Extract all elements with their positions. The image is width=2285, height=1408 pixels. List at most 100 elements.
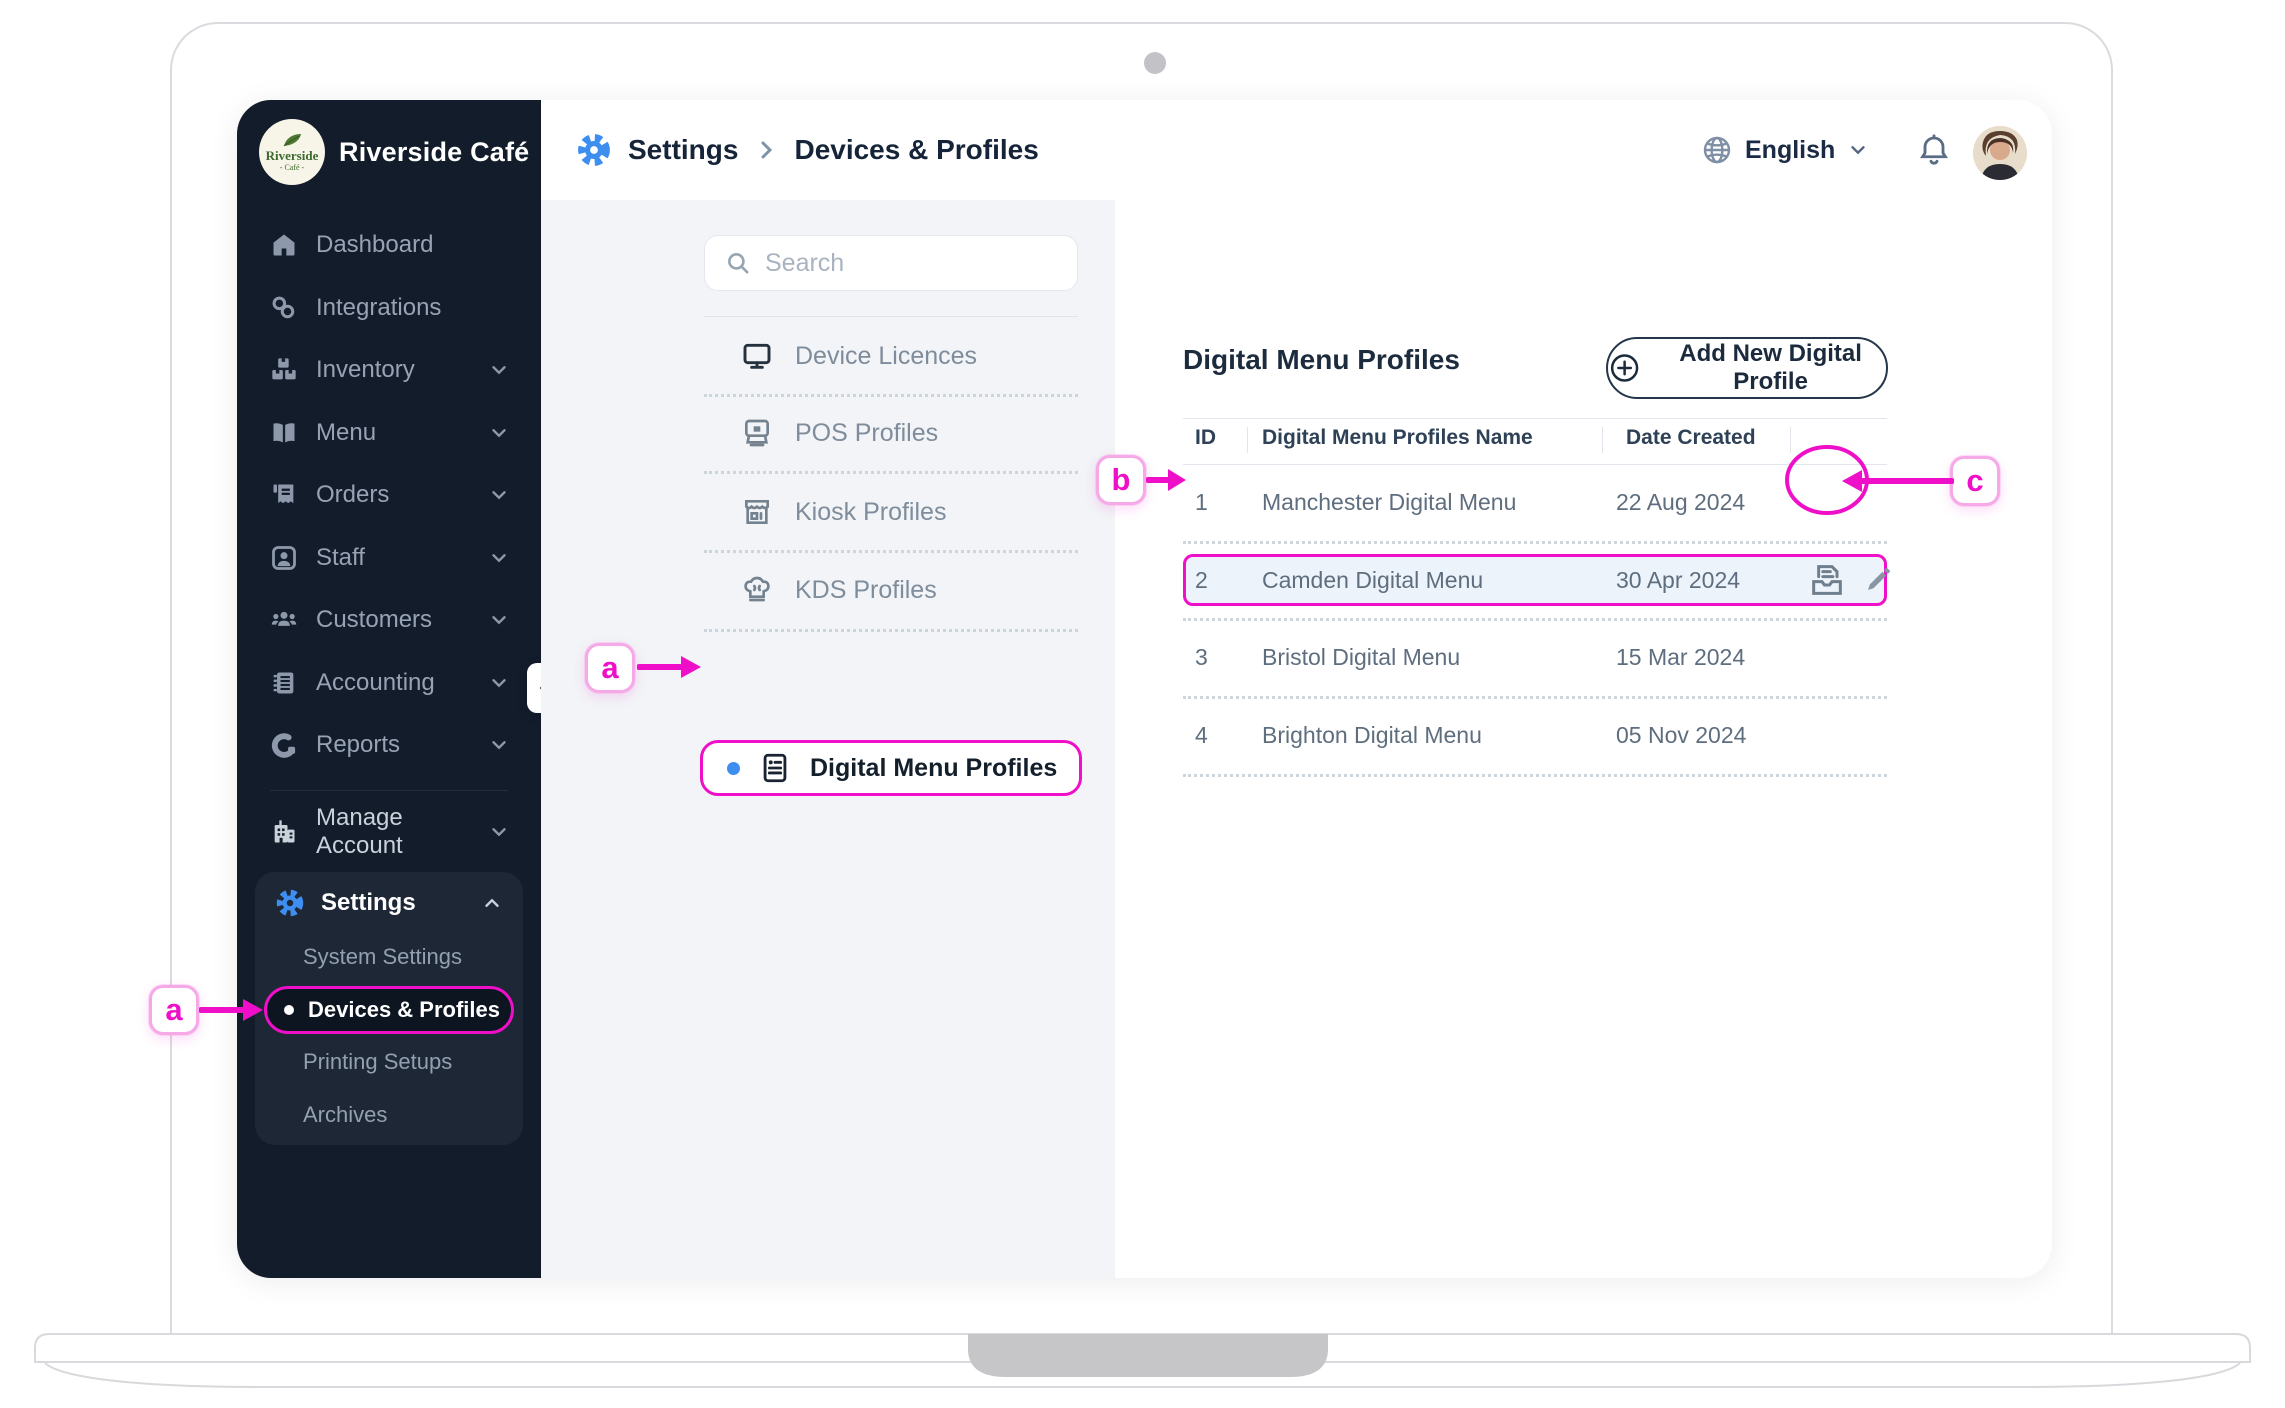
- open-book-icon: [273, 423, 295, 443]
- sub-link-label: Devices & Profiles: [308, 997, 500, 1022]
- notifications-button[interactable]: [1916, 132, 1952, 173]
- subnav-item-pos-profiles[interactable]: POS Profiles: [741, 410, 1081, 456]
- column-header-id: ID: [1195, 426, 1216, 449]
- callout-circle-archive-icon: [1785, 445, 1869, 515]
- sidebar-item-label: Staff: [316, 544, 365, 571]
- subnav-item-digital-menu-profiles[interactable]: Digital Menu Profiles: [700, 740, 1082, 796]
- sidebar-item-staff[interactable]: Staff: [270, 536, 510, 580]
- sidebar-item-label: Customers: [316, 606, 433, 633]
- sidebar-item-label: Inventory: [316, 356, 415, 383]
- subnav-item-kiosk-profiles[interactable]: Kiosk Profiles: [741, 489, 1081, 535]
- column-header-date: Date Created: [1626, 426, 1756, 449]
- home-icon: [273, 234, 295, 256]
- person-card-icon: [272, 546, 296, 570]
- breadcrumb-current: Devices & Profiles: [794, 134, 1039, 165]
- sidebar-item-reports[interactable]: Reports: [270, 723, 510, 767]
- dotted-separator: [704, 394, 1078, 397]
- sidebar-item-label: Accounting: [316, 669, 435, 696]
- dotted-separator: [704, 471, 1078, 474]
- sidebar-item-label: Reports: [316, 731, 401, 758]
- subnav-item-kds-profiles[interactable]: KDS Profiles: [741, 567, 1081, 613]
- sidebar-item-printing-setups[interactable]: Printing Setups: [303, 1044, 503, 1080]
- sidebar-item-devices-profiles[interactable]: Devices & Profiles: [264, 986, 514, 1034]
- dotted-separator: [1183, 774, 1887, 777]
- cell-name: Brighton Digital Menu: [1262, 722, 1482, 748]
- add-new-digital-profile-button[interactable]: Add New Digital Profile: [1606, 337, 1888, 399]
- table-header-border: [1183, 464, 1887, 465]
- callout-badge-c: c: [1950, 456, 2000, 506]
- sidebar-item-accounting[interactable]: Accounting: [270, 661, 510, 705]
- subnav-divider: [704, 316, 1078, 317]
- chef-hat-icon: [744, 576, 770, 602]
- search-box: [704, 235, 1078, 291]
- edit-pencil-icon[interactable]: [1863, 565, 1893, 595]
- cell-date: 22 Aug 2024: [1616, 489, 1746, 515]
- breadcrumb: Settings Devices & Profiles: [576, 100, 1039, 200]
- callout-badge-a-subnav: a: [585, 643, 635, 693]
- search-input[interactable]: [765, 248, 1045, 278]
- plus-circle-icon: [1610, 354, 1639, 382]
- sub-link-label: Archives: [303, 1102, 388, 1127]
- language-selector[interactable]: English: [1701, 100, 1869, 200]
- cell-date: 05 Nov 2024: [1616, 722, 1747, 748]
- chevron-down-icon: [492, 491, 506, 500]
- cell-id: 4: [1195, 722, 1208, 748]
- sidebar-item-orders[interactable]: Orders: [270, 473, 510, 517]
- topbar: Settings Devices & Profiles English: [541, 100, 2052, 200]
- laptop-camera-dot: [1144, 52, 1166, 74]
- donut-chart-icon: [271, 733, 296, 758]
- column-separator: [1602, 427, 1603, 453]
- sidebar-item-integrations[interactable]: Integrations: [270, 286, 510, 330]
- brand: Riverside - Café - Riverside Café: [259, 119, 529, 185]
- chevron-down-icon: [492, 616, 506, 625]
- app-window: Riverside - Café - Riverside Café Dashbo…: [237, 100, 2052, 1278]
- sidebar-item-customers[interactable]: Customers: [270, 598, 510, 642]
- sidebar-item-inventory[interactable]: Inventory: [270, 348, 510, 392]
- sidebar-item-manage-account[interactable]: Manage Account: [270, 804, 510, 859]
- subnav-item-label: Kiosk Profiles: [795, 497, 947, 526]
- sidebar-divider: [270, 790, 508, 791]
- sidebar-item-label: Settings: [321, 889, 416, 916]
- dotted-separator: [1183, 696, 1887, 699]
- sub-link-label: System Settings: [303, 944, 462, 969]
- dotted-separator: [1183, 618, 1887, 621]
- settings-group: Settings System Settings Devices & Profi…: [255, 872, 523, 1145]
- subnav-item-label: Digital Menu Profiles: [810, 753, 1058, 782]
- sidebar-item-label: Orders: [316, 481, 390, 508]
- logo-text: Riverside: [265, 148, 319, 163]
- column-header-name: Digital Menu Profiles Name: [1262, 426, 1533, 449]
- bell-icon: [1919, 134, 1949, 165]
- chevron-down-icon: [492, 741, 506, 750]
- sidebar-item-settings[interactable]: Settings: [275, 882, 503, 924]
- avatar[interactable]: [1973, 126, 2027, 180]
- search-icon: [728, 253, 749, 274]
- cell-name: Camden Digital Menu: [1262, 567, 1484, 593]
- page-title: Digital Menu Profiles: [1183, 344, 1460, 375]
- dotted-separator: [704, 629, 1078, 632]
- ledger-icon: [273, 672, 294, 694]
- subnav-item-label: KDS Profiles: [795, 575, 937, 604]
- brand-logo: Riverside - Café -: [259, 119, 325, 185]
- add-button-label: Add New Digital Profile: [1679, 340, 1862, 395]
- subnav-item-device-licences[interactable]: Device Licences: [741, 333, 1081, 379]
- cell-name: Manchester Digital Menu: [1262, 489, 1517, 515]
- sidebar-item-menu[interactable]: Menu: [270, 411, 510, 455]
- sidebar-item-archives[interactable]: Archives: [303, 1097, 503, 1133]
- cell-date: 15 Mar 2024: [1616, 644, 1746, 670]
- sidebar-item-system-settings[interactable]: System Settings: [303, 939, 503, 975]
- breadcrumb-root[interactable]: Settings: [628, 134, 738, 166]
- chevron-up-icon: [485, 898, 499, 907]
- link-icon: [272, 296, 295, 319]
- callout-arrow-a-sidebar: [199, 999, 263, 1021]
- brand-name: Riverside Café: [339, 136, 530, 167]
- building-icon: [274, 820, 295, 843]
- cell-id: 1: [1195, 489, 1208, 515]
- table-top-border: [1183, 418, 1887, 419]
- laptop-base: [34, 1333, 2251, 1388]
- monitor-icon: [743, 343, 771, 369]
- sidebar-item-dashboard[interactable]: Dashboard: [270, 223, 510, 267]
- chevron-down-icon: [492, 429, 506, 438]
- language-label: English: [1745, 135, 1836, 164]
- archive-tray-icon[interactable]: [1807, 560, 1847, 600]
- chevron-down-icon: [492, 679, 506, 688]
